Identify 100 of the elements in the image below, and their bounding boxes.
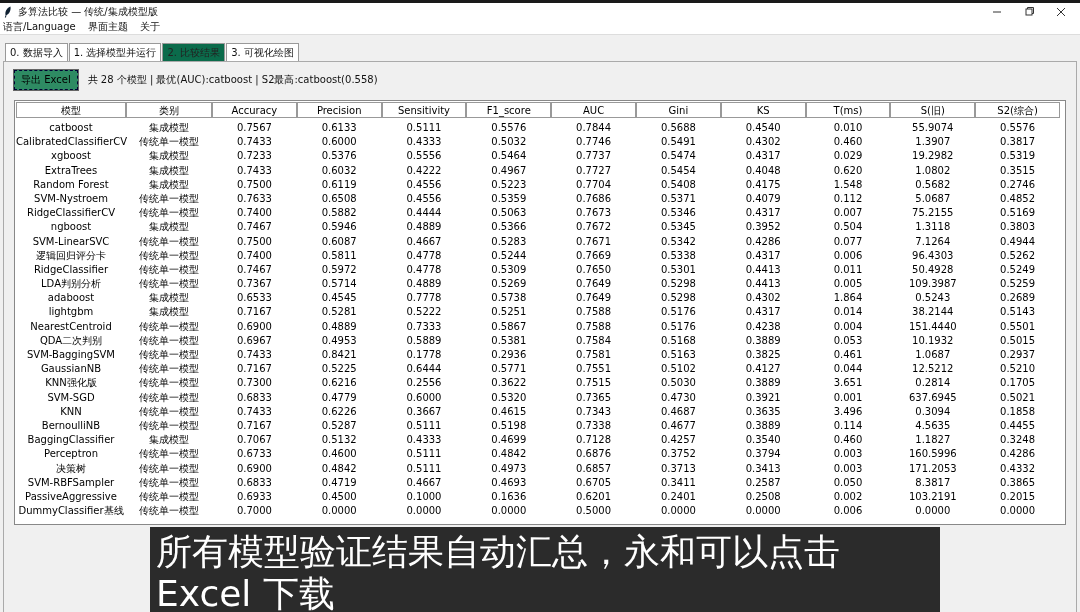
table-cell-text: 0.005 xyxy=(832,277,864,292)
column-header[interactable]: Accuracy xyxy=(212,102,297,118)
table-cell-text: 0.2587 xyxy=(744,475,782,490)
table-cell-text: 集成模型 xyxy=(148,163,190,178)
table-cell-text: 集成模型 xyxy=(148,149,190,164)
table-cell-text: 0.3094 xyxy=(914,404,952,419)
table-cell-text: 0.5454 xyxy=(659,163,697,178)
table-cell-text: 0.3540 xyxy=(744,433,782,448)
table-cell-text: 4.5635 xyxy=(914,418,952,433)
table-cell-text: 0.5491 xyxy=(659,135,697,150)
close-icon[interactable] xyxy=(1056,6,1066,17)
table-cell-text: 0.114 xyxy=(832,418,864,433)
table-cell-text: 0.077 xyxy=(832,234,864,249)
table-cell-text: 0.4257 xyxy=(659,433,697,448)
tab[interactable]: 0. 数据导入 xyxy=(5,43,68,61)
table-cell-text: 0.7067 xyxy=(235,433,273,448)
table-cell-text: 0.7581 xyxy=(575,348,613,362)
column-header[interactable]: 类别 xyxy=(126,102,212,118)
table-cell-text: 0.6705 xyxy=(575,475,613,490)
table-cell-text: 传统单一模型 xyxy=(138,418,200,433)
table-cell-text: 0.7433 xyxy=(235,404,273,419)
table-cell-text: 0.7128 xyxy=(575,433,613,448)
table-cell-text: 集成模型 xyxy=(148,220,190,235)
table-cell-text: 0.8421 xyxy=(320,348,358,362)
table-cell-text: 0.4944 xyxy=(999,234,1037,249)
menu-item[interactable]: 界面主题 xyxy=(87,20,128,34)
table-cell-text: 0.5359 xyxy=(490,191,528,206)
table-cell-text: 0.7671 xyxy=(575,234,613,249)
table-cell-text: 38.2144 xyxy=(911,305,955,320)
table-cell-text: 0.7433 xyxy=(235,135,273,150)
table-cell-text: 0.5163 xyxy=(659,348,697,362)
table-cell-text: 传统单一模型 xyxy=(138,206,200,221)
table-cell-text: 0.5210 xyxy=(999,362,1037,377)
table-cell-text: 传统单一模型 xyxy=(138,234,200,249)
table-cell-text: 0.6133 xyxy=(320,121,358,135)
column-header[interactable]: Gini xyxy=(636,102,721,118)
table-cell-text: 0.6967 xyxy=(235,333,273,348)
column-header[interactable]: T(ms) xyxy=(805,102,891,118)
table-cell-text: 0.5309 xyxy=(490,262,528,277)
table-cell-text: 0.4687 xyxy=(659,404,697,419)
table-cell-text: 55.9074 xyxy=(911,121,955,135)
table-cell-text: 0.4317 xyxy=(744,248,782,263)
table-cell-text: 0.4852 xyxy=(999,191,1037,206)
menu-item[interactable]: 关于 xyxy=(139,20,160,34)
table-cell-text: 50.4928 xyxy=(911,262,955,277)
column-header[interactable]: S(旧) xyxy=(890,102,976,118)
table-cell-text: 0.5281 xyxy=(320,305,358,320)
table-cell-text: 0.4286 xyxy=(744,234,782,249)
column-header[interactable]: F1_score xyxy=(466,102,552,118)
table-cell-text: 0.0000 xyxy=(999,504,1037,519)
table-cell-text: 0.4556 xyxy=(405,191,443,206)
table-cell-text: 0.5287 xyxy=(320,418,358,433)
table-cell-text: 0.044 xyxy=(832,362,864,377)
caption-text: 所有模型验证结果自动汇总，永和可以点击Excel 下载 xyxy=(156,530,841,612)
table-cell-text: 0.7704 xyxy=(575,177,613,192)
table-cell-text: 0.6933 xyxy=(235,489,273,504)
export-button[interactable]: 导出 Excel xyxy=(14,70,78,90)
column-header[interactable]: 模型 xyxy=(16,102,126,118)
table-cell-text: 0.6201 xyxy=(575,489,613,504)
table-cell-text: 0.5269 xyxy=(490,277,528,292)
column-header[interactable]: Sensitivity xyxy=(381,102,467,118)
menu-item[interactable]: 语言/Language xyxy=(3,20,76,34)
table-cell-text: Perceptron xyxy=(43,447,99,462)
table-cell-text: KNN xyxy=(59,404,83,419)
table-cell-text: 0.1705 xyxy=(999,376,1037,391)
table-cell-text: 0.7669 xyxy=(575,248,613,263)
table-cell-text: 0.5464 xyxy=(490,149,528,164)
column-header[interactable]: KS xyxy=(720,102,806,118)
table-cell-text: 0.7673 xyxy=(575,206,613,221)
table-cell-text: 0.6833 xyxy=(235,475,273,490)
column-header[interactable]: S2(综合) xyxy=(975,102,1060,118)
table-cell-text: 0.5714 xyxy=(320,277,358,292)
table-cell-text: 0.4238 xyxy=(744,319,782,334)
table-cell-text: 0.5811 xyxy=(320,248,358,263)
table-cell-text: 0.5259 xyxy=(999,277,1037,292)
table-cell-text: 0.003 xyxy=(832,461,864,476)
table-cell-text: KNN强化版 xyxy=(44,376,98,391)
table-cell-text: 0.7365 xyxy=(575,390,613,405)
table-cell-text: 0.4730 xyxy=(659,390,697,405)
table-cell-text: 0.006 xyxy=(832,248,864,263)
tab[interactable]: 1. 选择模型并运行 xyxy=(68,43,162,61)
table-cell-text: 传统单一模型 xyxy=(138,319,200,334)
maximize-icon[interactable] xyxy=(1024,6,1034,17)
table-cell-text: 0.7467 xyxy=(235,220,273,235)
table-cell-text: 0.2401 xyxy=(659,489,697,504)
table-cell-text: 传统单一模型 xyxy=(138,333,200,348)
table-cell-text: 0.6444 xyxy=(405,362,443,377)
table-cell-text: 0.4699 xyxy=(490,433,528,448)
table-cell-text: 0.5342 xyxy=(659,234,697,249)
table-cell-text: 0.4967 xyxy=(490,163,528,178)
column-header[interactable]: AUC xyxy=(551,102,636,118)
table-cell-text: 0.7650 xyxy=(575,262,613,277)
table-cell-text: 传统单一模型 xyxy=(138,475,200,490)
column-header[interactable]: Precision xyxy=(296,102,382,118)
tab[interactable]: 3. 可视化绘图 xyxy=(226,43,299,61)
table-cell-text: 0.5346 xyxy=(659,206,697,221)
table-cell-text: 0.5015 xyxy=(999,333,1037,348)
table-cell-text: 0.7343 xyxy=(575,404,613,419)
table-cell-text: 0.6733 xyxy=(235,447,273,462)
table-cell-text: 0.7333 xyxy=(405,319,443,334)
